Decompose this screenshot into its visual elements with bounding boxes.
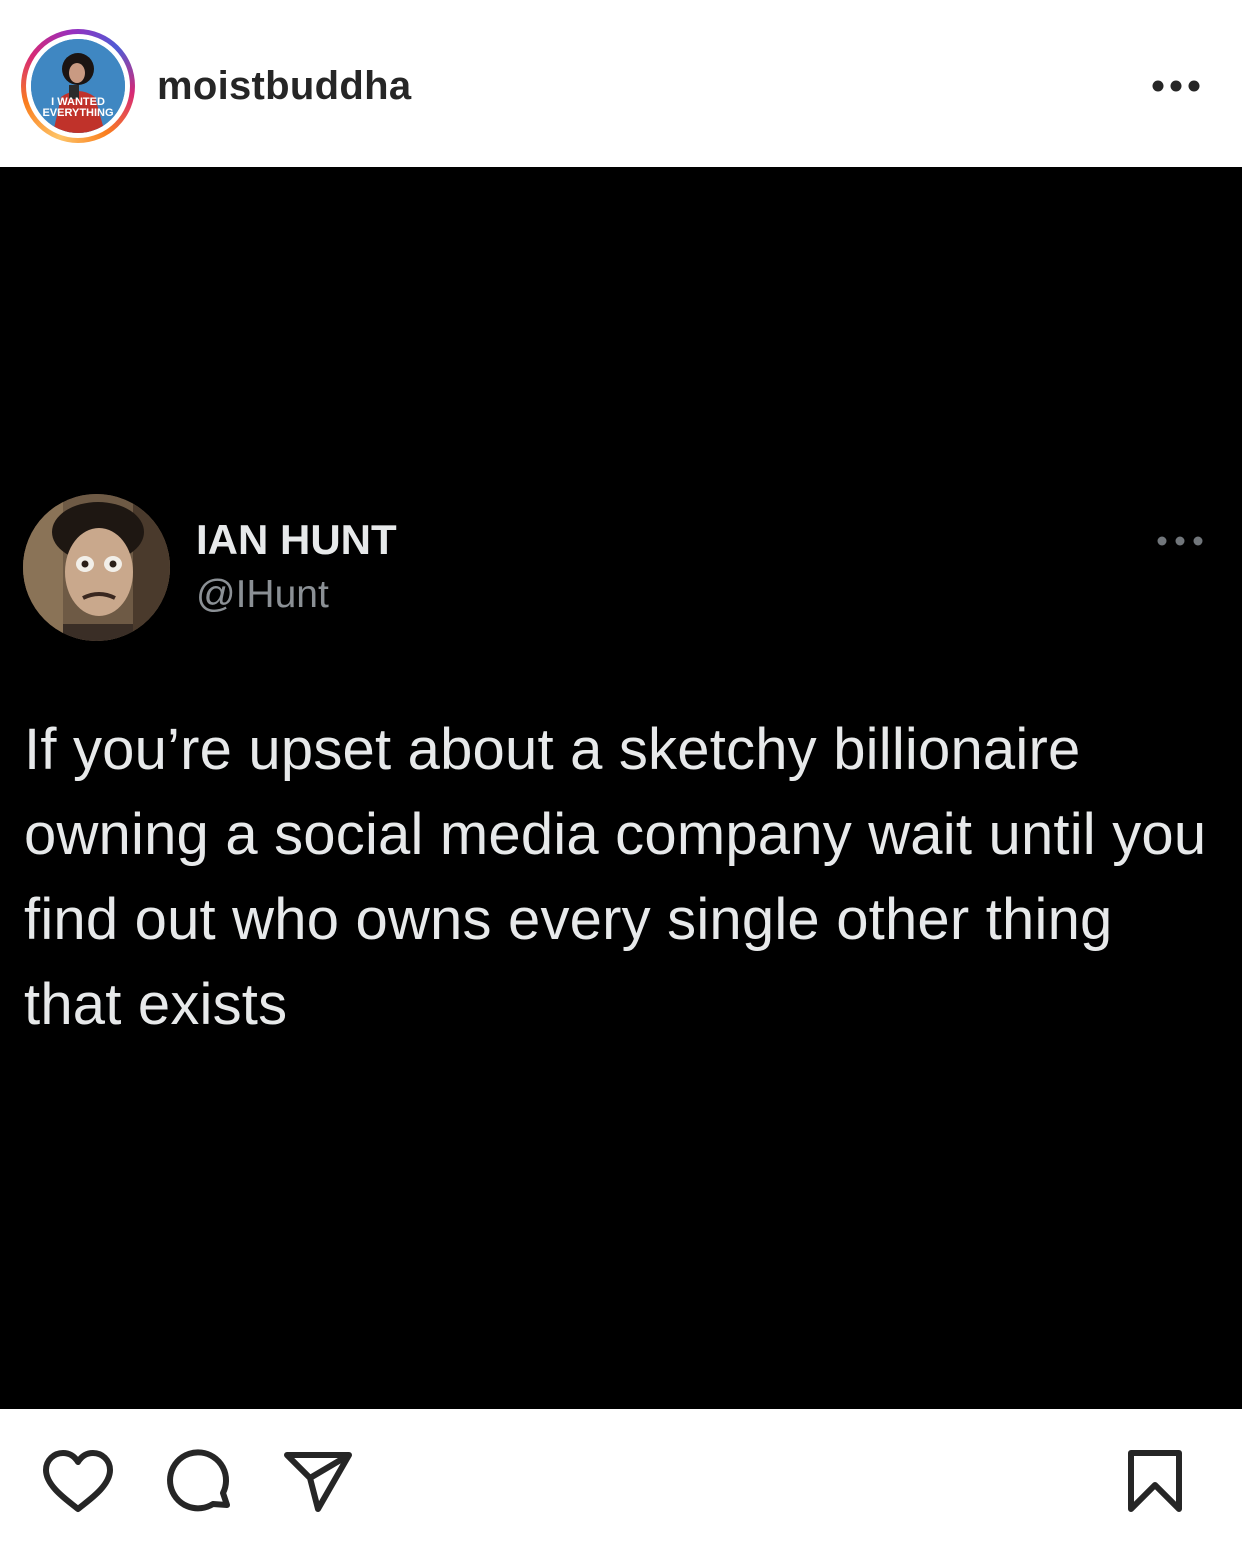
tweet-text: If you’re upset about a sketchy billiona… bbox=[24, 717, 1207, 1037]
more-horizontal-icon[interactable] bbox=[1150, 72, 1202, 100]
post-action-bar bbox=[0, 1409, 1242, 1549]
post-media[interactable]: IAN HUNT @IHunt If you’re upset about a … bbox=[0, 167, 1242, 1409]
post-header: I WANTED EVERYTHING moistbuddha bbox=[0, 0, 1242, 167]
bookmark-icon[interactable] bbox=[1124, 1449, 1186, 1515]
username[interactable]: moistbuddha bbox=[157, 60, 411, 112]
send-icon[interactable] bbox=[282, 1449, 354, 1515]
tweet-more-icon bbox=[1154, 531, 1206, 551]
instagram-post: I WANTED EVERYTHING moistbuddha IAN HUNT… bbox=[0, 0, 1242, 1549]
avatar-border: I WANTED EVERYTHING bbox=[26, 34, 130, 138]
tweet-handle: @IHunt bbox=[196, 573, 329, 616]
tweet-avatar-icon bbox=[23, 494, 170, 641]
heart-icon[interactable] bbox=[40, 1449, 116, 1515]
story-ring[interactable]: I WANTED EVERYTHING bbox=[21, 29, 135, 143]
profile-picture-icon[interactable]: I WANTED EVERYTHING bbox=[31, 39, 125, 133]
tweet-display-name: IAN HUNT bbox=[196, 516, 397, 563]
avatar-text-line2: EVERYTHING bbox=[42, 107, 113, 119]
comment-icon[interactable] bbox=[163, 1447, 235, 1519]
